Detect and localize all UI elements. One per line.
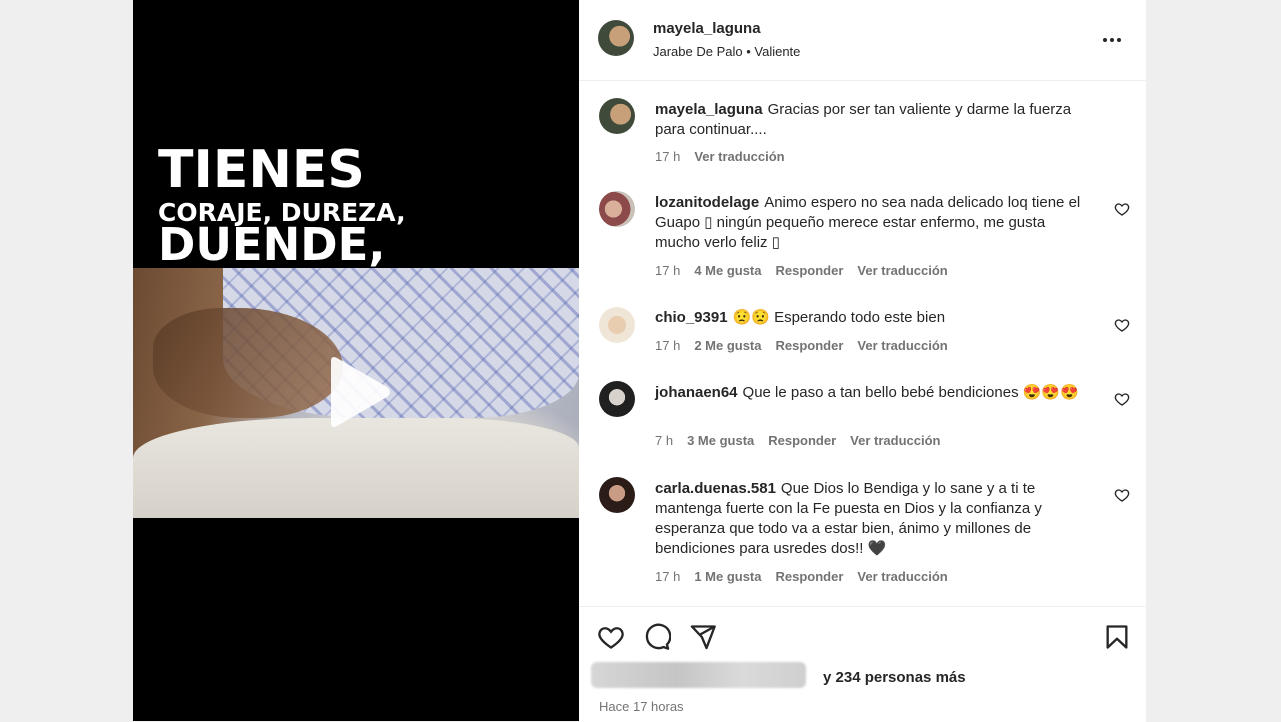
likes-count[interactable]: 1 Me gusta (694, 569, 761, 584)
avatar[interactable] (599, 307, 635, 343)
heart-icon[interactable] (597, 623, 625, 651)
comment-meta: 17 h 1 Me gusta Responder Ver traducción (655, 569, 962, 584)
translate-link[interactable]: Ver traducción (857, 263, 947, 278)
post-header: mayela_laguna Jarabe De Palo • Valiente (579, 0, 1146, 81)
header-username[interactable]: mayela_laguna (653, 20, 761, 37)
comment-username[interactable]: johanaen64 (655, 384, 738, 401)
avatar[interactable] (598, 20, 634, 56)
translate-link[interactable]: Ver traducción (694, 149, 784, 164)
likes-text[interactable]: y 234 personas más (823, 669, 966, 686)
reply-button[interactable]: Responder (776, 263, 844, 278)
comment-time[interactable]: 7 h (655, 433, 673, 448)
comment-username[interactable]: carla.duenas.581 (655, 480, 776, 497)
comment-text: lozanitodelage Animo espero no sea nada d… (655, 193, 1091, 253)
post-panel: mayela_laguna Jarabe De Palo • Valiente … (579, 0, 1146, 722)
avatar[interactable] (599, 191, 635, 227)
audio-label[interactable]: Jarabe De Palo • Valiente (653, 44, 800, 59)
reply-button[interactable]: Responder (768, 433, 836, 448)
comment-text: chio_9391 😟😟 Esperando todo este bien (655, 308, 1091, 328)
comment-time[interactable]: 17 h (655, 569, 680, 584)
comment-time[interactable]: 17 h (655, 149, 680, 164)
comment-meta: 7 h 3 Me gusta Responder Ver traducción (655, 433, 954, 448)
send-icon[interactable] (689, 623, 717, 651)
avatar[interactable] (599, 98, 635, 134)
translate-link[interactable]: Ver traducción (857, 338, 947, 353)
comment-text: johanaen64 Que le paso a tan bello bebé b… (655, 383, 1091, 403)
heart-icon[interactable] (1114, 391, 1130, 407)
reply-button[interactable]: Responder (776, 569, 844, 584)
post-time[interactable]: Hace 17 horas (599, 699, 684, 714)
comment-meta: 17 h 2 Me gusta Responder Ver traducción (655, 338, 962, 353)
comment-body: 😟😟 Esperando todo este bien (732, 309, 946, 326)
heart-icon[interactable] (1114, 201, 1130, 217)
overlay-text-line3: DUENDE, (158, 218, 386, 271)
comment-username[interactable]: mayela_laguna (655, 101, 763, 118)
comment-username[interactable]: chio_9391 (655, 309, 728, 326)
avatar[interactable] (599, 477, 635, 513)
comment-text: mayela_laguna Gracias por ser tan valient… (655, 100, 1091, 140)
likes-count-text[interactable]: y 234 personas más (823, 669, 966, 686)
blurred-liker-names (591, 662, 806, 688)
comment-text: carla.duenas.581 Que Dios lo Bendiga y lo… (655, 479, 1091, 559)
comment-meta: 17 h 4 Me gusta Responder Ver traducción (655, 263, 962, 278)
avatar[interactable] (599, 381, 635, 417)
comment-time[interactable]: 17 h (655, 338, 680, 353)
translate-link[interactable]: Ver traducción (857, 569, 947, 584)
sheet-shape (133, 418, 579, 518)
more-horizontal-icon[interactable] (1100, 28, 1124, 52)
likes-count[interactable]: 2 Me gusta (694, 338, 761, 353)
play-icon[interactable] (323, 355, 393, 429)
overlay-text-line1: TIENES (158, 140, 365, 200)
comment-meta: 17 h Ver traducción (655, 149, 799, 164)
heart-icon[interactable] (1114, 487, 1130, 503)
comment-time[interactable]: 17 h (655, 263, 680, 278)
reply-button[interactable]: Responder (776, 338, 844, 353)
comment-username[interactable]: lozanitodelage (655, 194, 759, 211)
likes-count[interactable]: 4 Me gusta (694, 263, 761, 278)
likes-count[interactable]: 3 Me gusta (687, 433, 754, 448)
comment-icon[interactable] (643, 623, 671, 651)
comment-body: Que le paso a tan bello bebé bendiciones… (742, 384, 1079, 401)
post-media[interactable]: TIENES CORAJE, DUREZA, DUENDE, (133, 0, 579, 721)
bookmark-icon[interactable] (1103, 623, 1131, 651)
translate-link[interactable]: Ver traducción (850, 433, 940, 448)
heart-icon[interactable] (1114, 317, 1130, 333)
